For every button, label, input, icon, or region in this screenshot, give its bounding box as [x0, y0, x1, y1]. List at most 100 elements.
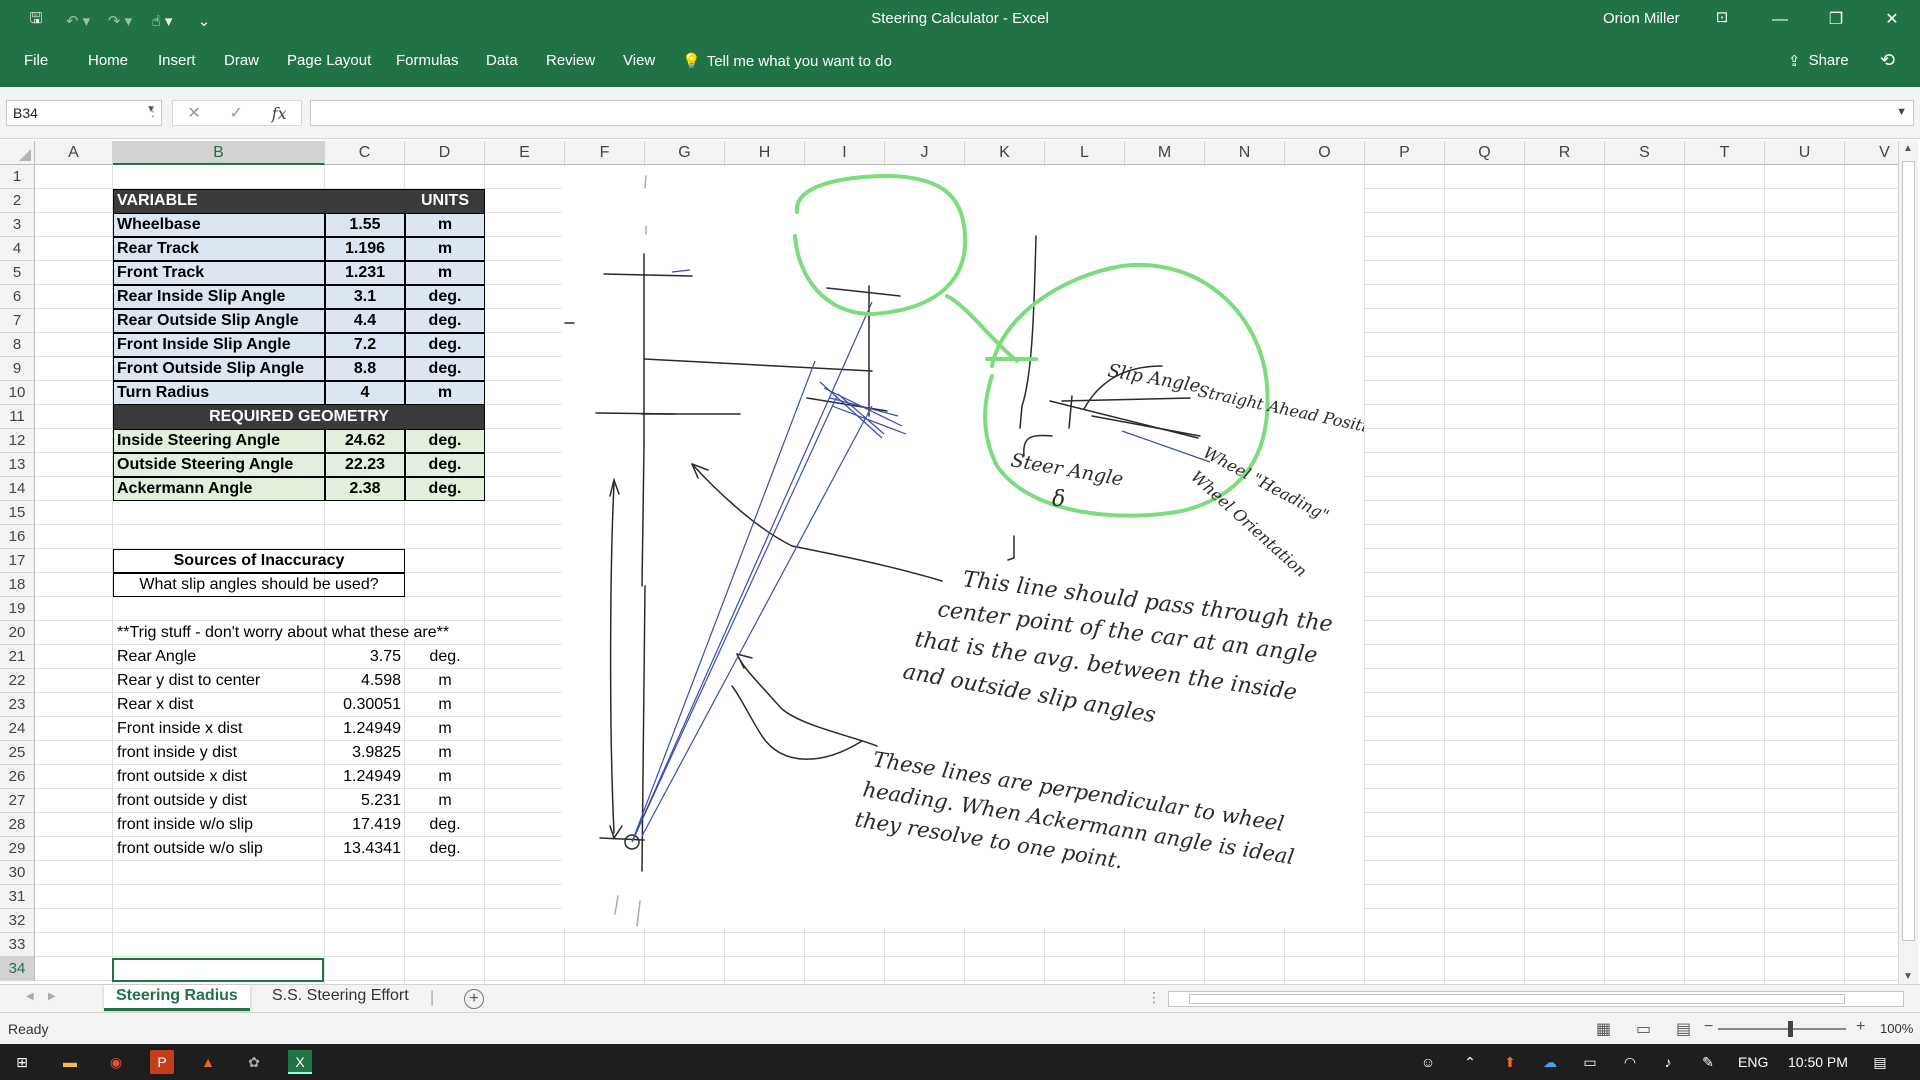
user-name[interactable]: Orion Miller — [1603, 10, 1680, 27]
app-icon[interactable]: ✿ — [242, 1050, 266, 1074]
ribbon-display-options-icon[interactable]: ⊡ — [1710, 8, 1734, 26]
trig-name[interactable]: Rear y dist to center — [113, 669, 325, 693]
splitter-handle-icon[interactable]: ⋮ — [1147, 989, 1161, 1006]
trig-name[interactable]: front inside w/o slip — [113, 813, 325, 837]
file-explorer-icon[interactable]: ▬ — [58, 1050, 82, 1074]
trig-unit[interactable]: m — [405, 789, 485, 813]
scroll-up-icon[interactable]: ▲ — [1903, 143, 1913, 154]
onedrive-icon[interactable]: ☁ — [1538, 1050, 1562, 1074]
show-hidden-icons-icon[interactable]: ⌃ — [1458, 1050, 1482, 1074]
trig-value[interactable]: 17.419 — [325, 813, 405, 837]
pen-icon[interactable]: ✎ — [1696, 1050, 1720, 1074]
active-cell-selection[interactable] — [112, 958, 324, 982]
windows-taskbar: ⊞ ▬ ◉ P ▲ ✿ X ☺ ⌃ ⬆ ☁ ▭ ◠ ♪ ✎ ENG 10:50 … — [0, 1044, 1920, 1080]
trig-name[interactable]: Rear Angle — [113, 645, 325, 669]
volume-icon[interactable]: ♪ — [1656, 1050, 1680, 1074]
sheet-tab-steering-radius[interactable]: Steering Radius — [104, 985, 250, 1011]
trig-name[interactable]: front inside y dist — [113, 741, 325, 765]
trig-name[interactable]: front outside x dist — [113, 765, 325, 789]
language-indicator[interactable]: ENG — [1738, 1054, 1768, 1070]
restore-button[interactable]: ❐ — [1808, 0, 1864, 40]
horizontal-scrollbar[interactable] — [1168, 991, 1904, 1007]
matlab-icon[interactable]: ▲ — [196, 1050, 220, 1074]
powerpoint-icon[interactable]: P — [150, 1050, 174, 1074]
zoom-level[interactable]: 100% — [1880, 1021, 1913, 1036]
vertical-scroll-thumb[interactable] — [1902, 161, 1915, 941]
sheet-tab-bar: ◀ ▶ Steering Radius S.S. Steering Effort… — [0, 984, 1920, 1012]
scroll-down-icon[interactable]: ▼ — [1903, 971, 1913, 982]
minimize-button[interactable]: — — [1752, 0, 1808, 40]
next-sheet-icon[interactable]: ▶ — [48, 991, 56, 1002]
trig-value[interactable]: 4.598 — [325, 669, 405, 693]
start-icon[interactable]: ⊞ — [10, 1050, 34, 1074]
tab-home[interactable]: Home — [88, 52, 128, 69]
normal-view-icon[interactable]: ▦ — [1596, 1019, 1611, 1039]
trig-unit[interactable]: deg. — [405, 837, 485, 861]
trig-name[interactable]: Rear x dist — [113, 693, 325, 717]
update-icon[interactable]: ⬆ — [1498, 1050, 1522, 1074]
share-button[interactable]: ⇪ Share — [1788, 52, 1849, 70]
tell-me-box[interactable]: 💡 Tell me what you want to do — [682, 52, 892, 71]
chrome-icon[interactable]: ◉ — [104, 1050, 128, 1074]
trig-unit[interactable]: m — [405, 669, 485, 693]
zoom-slider-thumb[interactable] — [1788, 1021, 1793, 1037]
enter-icon[interactable]: ✓ — [230, 103, 243, 123]
trig-name[interactable]: front outside w/o slip — [113, 837, 325, 861]
trig-value[interactable]: 0.30051 — [325, 693, 405, 717]
horizontal-scroll-thumb[interactable] — [1189, 994, 1845, 1004]
tab-page-layout[interactable]: Page Layout — [287, 52, 371, 69]
trig-unit[interactable]: m — [405, 741, 485, 765]
add-sheet-icon[interactable]: + — [464, 989, 484, 1009]
wifi-icon[interactable]: ◠ — [1618, 1050, 1642, 1074]
people-icon[interactable]: ☺ — [1416, 1050, 1440, 1074]
cell-border — [113, 549, 405, 573]
trig-value[interactable]: 5.231 — [325, 789, 405, 813]
zoom-slider[interactable] — [1718, 1028, 1846, 1030]
zoom-out-icon[interactable]: − — [1704, 1018, 1713, 1036]
page-break-view-icon[interactable]: ▤ — [1676, 1019, 1691, 1039]
formula-input[interactable]: ▼ — [310, 100, 1914, 126]
trig-note[interactable]: **Trig stuff - don't worry about what th… — [113, 621, 565, 645]
formula-bar: B34 ▼ ⋮ ✕ ✓ fx ▼ — [0, 87, 1920, 139]
name-box[interactable]: B34 ▼ — [6, 100, 162, 126]
tab-insert[interactable]: Insert — [158, 52, 196, 69]
trig-unit[interactable]: deg. — [405, 645, 485, 669]
page-layout-view-icon[interactable]: ▭ — [1636, 1019, 1651, 1039]
expand-formula-icon[interactable]: ▼ — [1896, 106, 1907, 118]
prev-sheet-icon[interactable]: ◀ — [26, 991, 34, 1002]
excel-icon[interactable]: X — [288, 1050, 312, 1074]
trig-unit[interactable]: deg. — [405, 813, 485, 837]
vertical-scrollbar[interactable]: ▲ ▼ — [1898, 141, 1918, 984]
cancel-icon[interactable]: ✕ — [187, 103, 200, 123]
clock[interactable]: 10:50 PM — [1788, 1054, 1848, 1070]
tab-view[interactable]: View — [623, 52, 655, 69]
trig-value[interactable]: 1.24949 — [325, 717, 405, 741]
name-box-value: B34 — [13, 105, 38, 121]
history-icon[interactable]: ⟲ — [1880, 50, 1895, 71]
trig-name[interactable]: front outside y dist — [113, 789, 325, 813]
tab-data[interactable]: Data — [486, 52, 518, 69]
tab-draw[interactable]: Draw — [224, 52, 259, 69]
formula-bar-separator: ⋮ — [146, 103, 160, 119]
close-button[interactable]: ✕ — [1864, 0, 1920, 40]
trig-name[interactable]: Front inside x dist — [113, 717, 325, 741]
status-bar: Ready ▦ ▭ ▤ − + 100% — [0, 1012, 1920, 1044]
tab-formulas[interactable]: Formulas — [396, 52, 459, 69]
trig-value[interactable]: 1.24949 — [325, 765, 405, 789]
worksheet-grid[interactable]: ABCDEFGHIJKLMNOPQRSTUV 1 2 3 4 5 6 7 8 9 10 11 12 13… — [0, 141, 1900, 985]
trig-unit[interactable]: m — [405, 717, 485, 741]
sheet-tab-ss-steering-effort[interactable]: S.S. Steering Effort — [260, 985, 421, 1011]
insert-function-button[interactable]: fx — [272, 104, 287, 123]
sketch-image[interactable]: Slip Angle Straight Ahead Position Steer… — [562, 166, 1388, 957]
tab-review[interactable]: Review — [546, 52, 595, 69]
tab-file[interactable]: File — [24, 52, 48, 69]
trig-unit[interactable]: m — [405, 765, 485, 789]
trig-unit[interactable]: m — [405, 693, 485, 717]
trig-value[interactable]: 3.75 — [325, 645, 405, 669]
notifications-icon[interactable]: ▤ — [1868, 1050, 1892, 1074]
trig-value[interactable]: 13.4341 — [325, 837, 405, 861]
zoom-in-icon[interactable]: + — [1856, 1018, 1865, 1036]
share-icon: ⇪ — [1788, 53, 1801, 70]
trig-value[interactable]: 3.9825 — [325, 741, 405, 765]
battery-icon[interactable]: ▭ — [1578, 1050, 1602, 1074]
